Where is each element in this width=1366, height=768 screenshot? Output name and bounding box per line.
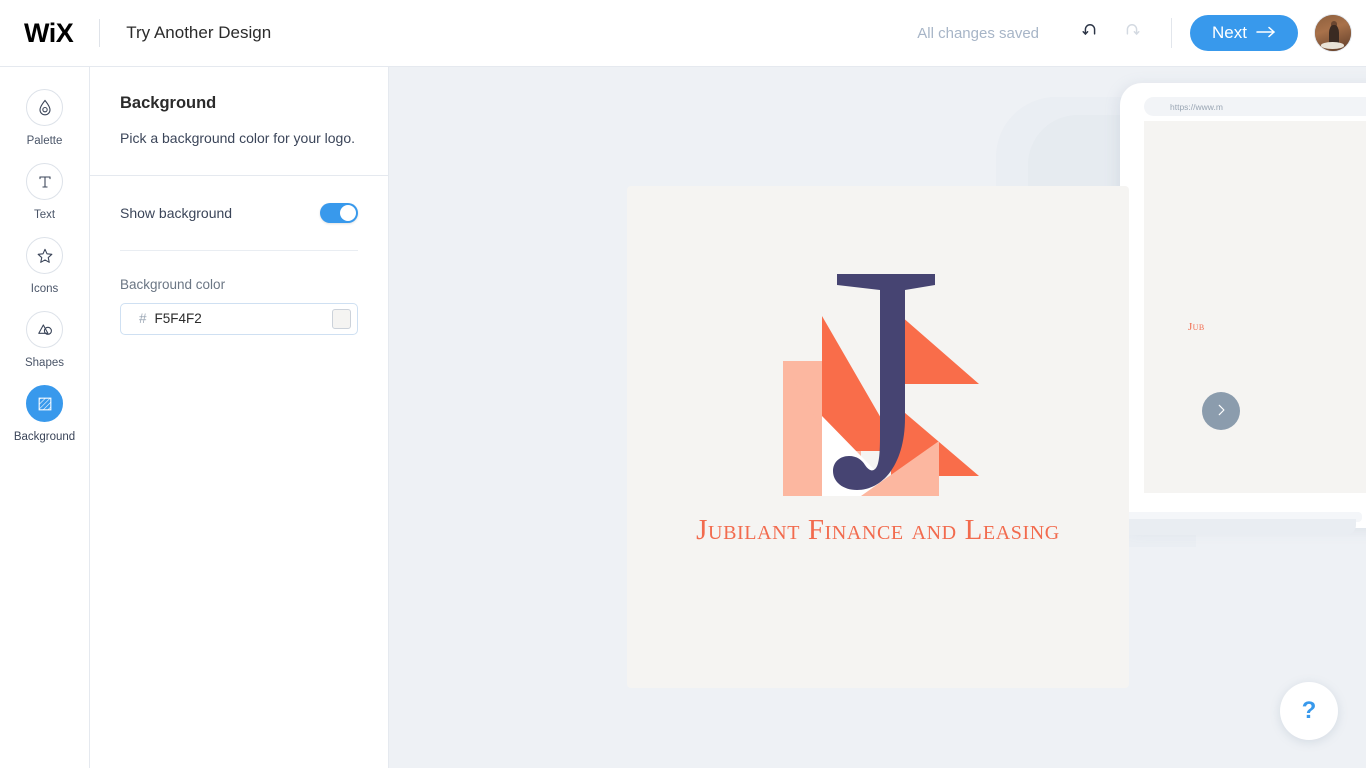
- device-logo-text: Jub: [1188, 321, 1205, 333]
- browser-device-mock: https://www.m Jub: [1120, 83, 1366, 528]
- field-divider: [120, 249, 358, 251]
- show-background-toggle[interactable]: [320, 202, 358, 223]
- header-action-divider: [1171, 18, 1173, 48]
- text-t-icon: [26, 163, 63, 200]
- next-button-label: Next: [1212, 23, 1247, 42]
- hex-color-input[interactable]: [154, 311, 332, 327]
- sidebar-item-shapes[interactable]: Shapes: [0, 311, 89, 369]
- redo-icon[interactable]: [1115, 16, 1149, 50]
- background-color-field[interactable]: #: [120, 302, 358, 335]
- device-screen: Jub: [1144, 121, 1366, 493]
- header-divider: [99, 19, 101, 47]
- show-background-label: Show background: [120, 204, 233, 221]
- preview-canvas: https://www.m Jub Jubilant Finance and L…: [389, 67, 1366, 768]
- sidebar-item-label: Background: [13, 431, 76, 443]
- background-color-label: Background color: [120, 276, 226, 292]
- logo-mark: [783, 274, 979, 496]
- star-icon: [26, 237, 63, 274]
- tool-sidebar: Palette Text Icons Shapes Background: [0, 67, 90, 768]
- sidebar-item-label: Icons: [30, 283, 59, 295]
- hash-symbol: #: [139, 311, 147, 327]
- panel-body: Show background Background color #: [90, 176, 388, 335]
- logo-letter-j: [833, 274, 935, 490]
- app-header: WiX Try Another Design All changes saved…: [0, 0, 1366, 67]
- settings-panel: Background Pick a background color for y…: [90, 67, 389, 768]
- page-title: Try Another Design: [126, 23, 272, 42]
- droplet-icon: [26, 89, 63, 126]
- sidebar-item-label: Palette: [26, 135, 63, 147]
- header-actions: All changes saved Next: [917, 14, 1366, 52]
- sidebar-item-palette[interactable]: Palette: [0, 89, 89, 147]
- sidebar-item-background[interactable]: Background: [0, 385, 89, 443]
- next-button[interactable]: Next: [1190, 15, 1298, 51]
- panel-header: Background Pick a background color for y…: [90, 67, 388, 149]
- save-status: All changes saved: [917, 24, 1040, 42]
- sidebar-item-label: Text: [33, 209, 56, 221]
- show-background-row: Show background: [120, 176, 358, 250]
- device-url-text: https://www.m: [1170, 101, 1223, 112]
- color-swatch[interactable]: [331, 308, 351, 329]
- help-button[interactable]: ?: [1280, 682, 1338, 740]
- wix-logo[interactable]: WiX: [24, 18, 74, 49]
- toggle-knob: [340, 204, 356, 221]
- avatar[interactable]: [1314, 14, 1352, 52]
- device-url-bar[interactable]: https://www.m: [1144, 97, 1366, 116]
- chevron-right-icon: [1214, 403, 1228, 420]
- panel-title: Background: [120, 94, 217, 112]
- logo-company-name: Jubilant Finance and Leasing: [696, 514, 1060, 546]
- logo-preview-card[interactable]: Jubilant Finance and Leasing: [627, 186, 1129, 688]
- shapes-icon: [26, 311, 63, 348]
- next-design-button[interactable]: [1202, 392, 1240, 430]
- background-hatch-icon: [26, 385, 63, 422]
- sidebar-item-icons[interactable]: Icons: [0, 237, 89, 295]
- arrow-right-icon: [1256, 23, 1276, 43]
- undo-icon[interactable]: [1073, 16, 1107, 50]
- sidebar-item-label: Shapes: [24, 357, 64, 369]
- panel-subtitle: Pick a background color for your logo.: [120, 130, 356, 146]
- avatar-plate: [1321, 42, 1344, 49]
- sidebar-item-text[interactable]: Text: [0, 163, 89, 221]
